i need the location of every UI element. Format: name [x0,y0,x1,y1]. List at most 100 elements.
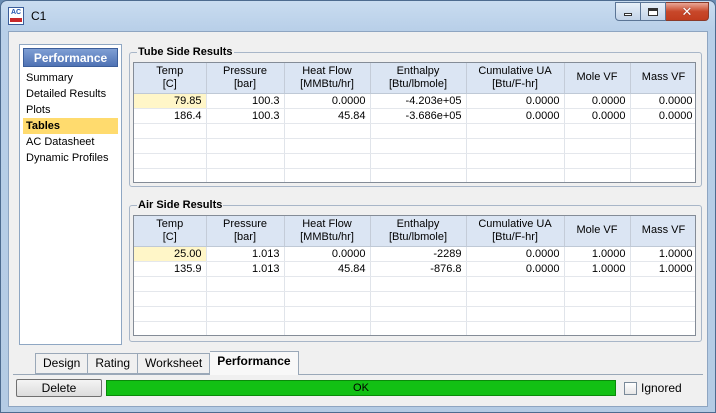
column-name: Enthalpy [396,64,440,77]
column-header[interactable]: Heat Flow [MMBtu/hr] [284,216,371,247]
column-header[interactable]: Enthalpy [Btu/lbmole] [370,63,467,94]
table-cell[interactable]: 1.0000 [564,261,631,277]
tab-design[interactable]: Design [35,353,89,374]
table-cell[interactable]: 45.84 [284,261,371,277]
column-header[interactable]: Mole VF [564,63,631,94]
tube-side-results-group: Tube Side Results Temp [C] Pressure [bar] He… [129,46,702,187]
table-cell[interactable]: -3.686e+05 [370,108,467,124]
table-cell[interactable]: 0.0000 [284,246,371,262]
air-side-results-group: Air Side Results Temp [C] Pressure [bar] Hea… [129,199,702,342]
column-header[interactable]: Pressure [bar] [206,63,285,94]
column-unit: [bar] [233,230,256,243]
column-name: Temp [156,217,184,230]
column-name: Pressure [222,217,268,230]
tab-performance[interactable]: Performance [210,351,299,375]
column-header[interactable]: Temp [C] [134,216,207,247]
empty-cell [630,276,695,292]
column-unit: [C] [162,230,177,243]
table-cell[interactable]: -2289 [370,246,467,262]
column-header[interactable]: Heat Flow [MMBtu/hr] [284,63,371,94]
table-cell[interactable]: 0.0000 [630,108,695,124]
ignored-checkbox[interactable] [624,381,637,395]
table-cell[interactable]: 25.00 [134,246,207,262]
caption-buttons: ✕ [615,2,709,21]
empty-cell [466,168,565,182]
empty-cell [134,306,207,322]
table-cell[interactable]: 79.85 [134,93,207,109]
table-cell[interactable]: 45.84 [284,108,371,124]
table-cell[interactable]: 0.0000 [564,108,631,124]
tab-worksheet[interactable]: Worksheet [138,353,211,374]
minimize-button[interactable] [615,2,641,21]
column-name: Enthalpy [396,217,440,230]
table-cell[interactable]: 1.013 [206,261,285,277]
table-cell[interactable]: 100.3 [206,93,285,109]
app-icon[interactable]: AC [8,7,24,25]
empty-cell [206,276,285,292]
title-bar[interactable]: AC C1 ✕ [1,1,715,31]
tab-strip: Design Rating Worksheet Performance [35,351,299,375]
empty-cell [134,153,207,169]
column-name: Mole VF [576,224,618,237]
nav-item-summary[interactable]: Summary [23,70,118,86]
column-header[interactable]: Cumulative UA [Btu/F-hr] [466,63,565,94]
empty-row [134,306,695,322]
nav-item-ac-datasheet[interactable]: AC Datasheet [23,134,118,150]
table-cell[interactable]: 1.013 [206,246,285,262]
empty-cell [564,306,631,322]
table-cell[interactable]: 1.0000 [564,246,631,262]
table-cell[interactable]: -876.8 [370,261,467,277]
table-cell[interactable]: 0.0000 [284,93,371,109]
empty-cell [134,321,207,335]
column-header[interactable]: Mass VF [630,63,695,94]
table-cell[interactable]: -4.203e+05 [370,93,467,109]
column-header[interactable]: Cumulative UA [Btu/F-hr] [466,216,565,247]
empty-cell [564,138,631,154]
column-unit: [MMBtu/hr] [300,230,354,243]
empty-cell [370,291,467,307]
column-header[interactable]: Enthalpy [Btu/lbmole] [370,216,467,247]
nav-item-dynamic-profiles[interactable]: Dynamic Profiles [23,150,118,166]
table-cell[interactable]: 186.4 [134,108,207,124]
tube-side-table[interactable]: Temp [C] Pressure [bar] Heat Flow [MMBtu/hr] E… [133,62,696,183]
air-side-table[interactable]: Temp [C] Pressure [bar] Heat Flow [MMBtu/hr] E… [133,215,696,336]
nav-item-plots[interactable]: Plots [23,102,118,118]
table-cell[interactable]: 0.0000 [466,108,565,124]
column-header[interactable]: Pressure [bar] [206,216,285,247]
column-header[interactable]: Mass VF [630,216,695,247]
empty-cell [284,123,371,139]
ignored-label: Ignored [641,381,682,395]
property-window: AC C1 ✕ Performance Summary Detailed Resu… [0,0,716,413]
table-row: 79.85 100.3 0.0000 -4.203e+05 0.0000 0.0000 0.… [134,93,695,109]
empty-cell [284,276,371,292]
nav-item-detailed-results[interactable]: Detailed Results [23,86,118,102]
table-cell[interactable]: 0.0000 [466,246,565,262]
maximize-button[interactable] [641,2,666,21]
table-cell[interactable]: 0.0000 [564,93,631,109]
table-cell[interactable]: 0.0000 [466,93,565,109]
column-unit: [bar] [233,77,256,90]
column-header[interactable]: Temp [C] [134,63,207,94]
table-cell[interactable]: 1.0000 [630,246,695,262]
column-name: Cumulative UA [478,217,552,230]
empty-row [134,123,695,139]
close-button[interactable]: ✕ [666,2,709,21]
table-cell[interactable]: 100.3 [206,108,285,124]
app-icon-bar [10,18,22,22]
table-cell[interactable]: 135.9 [134,261,207,277]
empty-cell [206,306,285,322]
empty-cell [134,123,207,139]
tab-rating[interactable]: Rating [88,353,139,374]
column-header[interactable]: Mole VF [564,216,631,247]
table-cell[interactable]: 1.0000 [630,261,695,277]
delete-button[interactable]: Delete [16,379,102,397]
nav-item-tables[interactable]: Tables [23,118,118,134]
table-cell[interactable]: 0.0000 [630,93,695,109]
column-unit: [Btu/lbmole] [388,77,448,90]
empty-cell [564,123,631,139]
empty-cell [630,321,695,335]
ignored-control[interactable]: Ignored [624,380,682,396]
empty-cell [466,306,565,322]
table-cell[interactable]: 0.0000 [466,261,565,277]
empty-cell [370,276,467,292]
